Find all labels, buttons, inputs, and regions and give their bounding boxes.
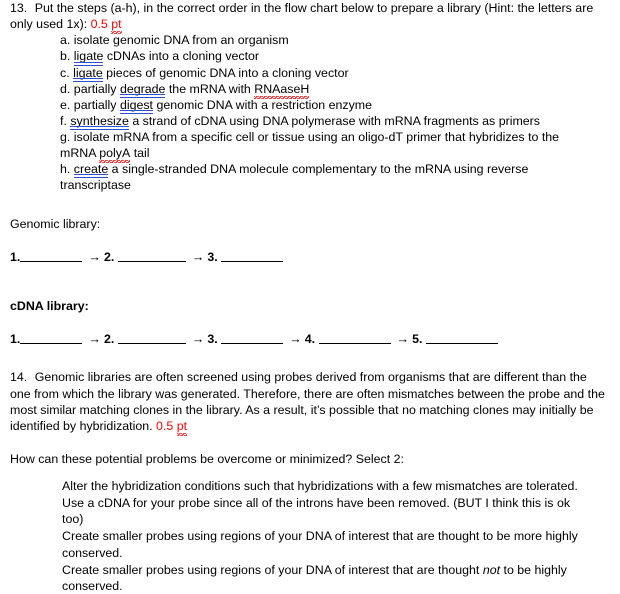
step-item-a: a. isolate genomic DNA from an organism xyxy=(10,32,592,48)
question-14-sub-prompt: How can these potential problems be over… xyxy=(10,451,404,466)
question-14-block: 14. Genomic libraries are often screened… xyxy=(0,369,620,594)
step-grammar-word-e: digest xyxy=(119,97,154,115)
step-item-b: b. ligate cDNAs into a cloning vector xyxy=(10,48,592,66)
cdna-flow-num-2: 2. xyxy=(103,332,115,347)
step-grammar-word-b: ligate xyxy=(73,49,104,66)
option-text-1: Alter the hybridization conditions such … xyxy=(62,479,578,494)
step-item-d: d. partially degrade the mRNA with RNAas… xyxy=(10,81,592,99)
step-item-h: h. create a single-stranded DNA molecule… xyxy=(10,161,592,193)
document-page: 13. Put the steps (a-h), in the correct … xyxy=(0,0,620,593)
cdna-flow-num-1: 1. xyxy=(10,332,21,347)
option-text-3: Create smaller probes using regions of y… xyxy=(62,529,578,560)
genomic-flow-blank-2[interactable] xyxy=(117,249,186,262)
genomic-library-flow-row: 1. → 2. → 3. xyxy=(0,249,620,265)
cdna-library-heading: cDNA library: xyxy=(10,298,89,313)
cdna-flow-blank-5[interactable] xyxy=(425,331,498,345)
question-13-points-unit: pt xyxy=(111,17,122,35)
step-label-h: h. xyxy=(60,162,71,177)
question-13-number: 13. xyxy=(10,1,28,15)
question-14-number: 14. xyxy=(10,370,28,385)
step-text-b: cDNAs into a cloning vector xyxy=(103,49,260,64)
cdna-flow-step-4: 4. xyxy=(305,331,391,347)
genomic-flow-blank-1[interactable] xyxy=(20,249,83,262)
step-label-d: d. xyxy=(60,81,71,96)
cdna-flow-num-4: 4. xyxy=(304,332,316,347)
option-item-4[interactable]: Create smaller probes using regions of y… xyxy=(10,562,592,594)
cdna-flow-num-5: 5. xyxy=(412,332,423,347)
question-13-block: 13. Put the steps (a-h), in the correct … xyxy=(0,0,620,194)
step-text-f: a strand of cDNA using DNA polymerase wi… xyxy=(128,113,540,128)
step-grammar-word-d: degrade xyxy=(119,81,166,98)
step-grammar-word-h: create xyxy=(73,162,109,179)
question-14-paragraph: 14. Genomic libraries are often screened… xyxy=(10,369,606,437)
question-13-prompt: 13. Put the steps (a-h), in the correct … xyxy=(10,0,606,35)
step-item-c: c. ligate pieces of genomic DNA into a c… xyxy=(10,65,592,82)
question-14-points-unit: pt xyxy=(176,418,188,437)
genomic-flow-blank-3[interactable] xyxy=(221,249,284,262)
step-text-c: pieces of genomic DNA into a cloning vec… xyxy=(102,65,349,80)
cdna-flow-blank-3[interactable] xyxy=(221,331,284,345)
cdna-flow-step-2: 2. xyxy=(104,331,186,347)
cdna-flow-arrow-4: → xyxy=(396,332,410,347)
option-italic-word-4: not xyxy=(482,562,501,577)
cdna-flow-arrow-1: → xyxy=(88,332,101,347)
step-text-d-pre: partially xyxy=(73,81,120,96)
step-label-b: b. xyxy=(60,49,71,64)
cdna-flow-step-3: 3. xyxy=(207,331,284,347)
cdna-flow-blank-2[interactable] xyxy=(117,331,186,345)
step-label-c: c. xyxy=(60,65,70,80)
step-label-a: a. xyxy=(60,33,71,48)
genomic-flow-step-2: 2. xyxy=(104,249,186,265)
cdna-flow-arrow-3: → xyxy=(289,332,302,347)
option-item-1[interactable]: Alter the hybridization conditions such … xyxy=(10,478,592,494)
step-spell-word-g: polyA xyxy=(99,146,131,164)
question-14-points-value: 0.5 xyxy=(156,418,174,433)
genomic-flow-arrow-1: → xyxy=(88,249,101,264)
step-text-g-tail: tail xyxy=(130,146,150,161)
step-text-e-post: genomic DNA with a restriction enzyme xyxy=(153,97,372,112)
step-label-e: e. xyxy=(60,97,71,112)
option-item-3[interactable]: Create smaller probes using regions of y… xyxy=(10,528,592,560)
step-item-g: g. isolate mRNA from a specific cell or … xyxy=(10,129,592,164)
genomic-flow-num-3: 3. xyxy=(207,249,218,264)
question-13-points-value: 0.5 xyxy=(90,17,108,32)
step-grammar-word-f: synthesize xyxy=(70,113,129,131)
genomic-flow-step-1: 1. xyxy=(10,249,83,265)
step-text-e-pre: partially xyxy=(73,97,120,112)
step-label-g: g. xyxy=(60,130,71,144)
step-item-f: f. synthesize a strand of cDNA using DNA… xyxy=(10,113,592,131)
cdna-flow-step-5: 5. xyxy=(412,331,498,347)
genomic-flow-arrow-2: → xyxy=(191,249,205,264)
option-text-2: Use a cDNA for your probe since all of t… xyxy=(62,496,571,527)
cdna-flow-arrow-2: → xyxy=(191,332,205,347)
step-item-e: e. partially digest genomic DNA with a r… xyxy=(10,97,592,115)
step-spell-word-d: RNAaseH xyxy=(254,81,310,99)
step-text-h: a single-stranded DNA molecule complemen… xyxy=(60,162,529,193)
step-text-d-post: the mRNA with xyxy=(165,81,255,96)
genomic-library-heading: Genomic library: xyxy=(10,216,101,231)
cdna-flow-num-3: 3. xyxy=(207,332,218,347)
cdna-flow-blank-1[interactable] xyxy=(20,331,83,345)
question-13-steps-list: a. isolate genomic DNA from an organism … xyxy=(10,32,606,193)
option-text-4: Create smaller probes using regions of y… xyxy=(62,562,483,577)
option-item-2[interactable]: Use a cDNA for your probe since all of t… xyxy=(10,495,592,527)
genomic-flow-num-1: 1. xyxy=(10,249,21,264)
genomic-flow-step-3: 3. xyxy=(207,249,284,265)
question-14-options-list: Alter the hybridization conditions such … xyxy=(10,478,606,594)
step-label-f: f. xyxy=(60,113,67,128)
cdna-library-flow-row: 1. → 2. → 3. → 4. → 5. xyxy=(0,331,620,347)
cdna-flow-blank-4[interactable] xyxy=(318,331,391,345)
question-14-body: Genomic libraries are often screened usi… xyxy=(10,370,605,433)
cdna-flow-step-1: 1. xyxy=(10,331,83,347)
step-grammar-word-c: ligate xyxy=(73,65,103,82)
step-text-a: isolate genomic DNA from an organism xyxy=(73,33,289,48)
genomic-flow-num-2: 2. xyxy=(103,249,115,264)
